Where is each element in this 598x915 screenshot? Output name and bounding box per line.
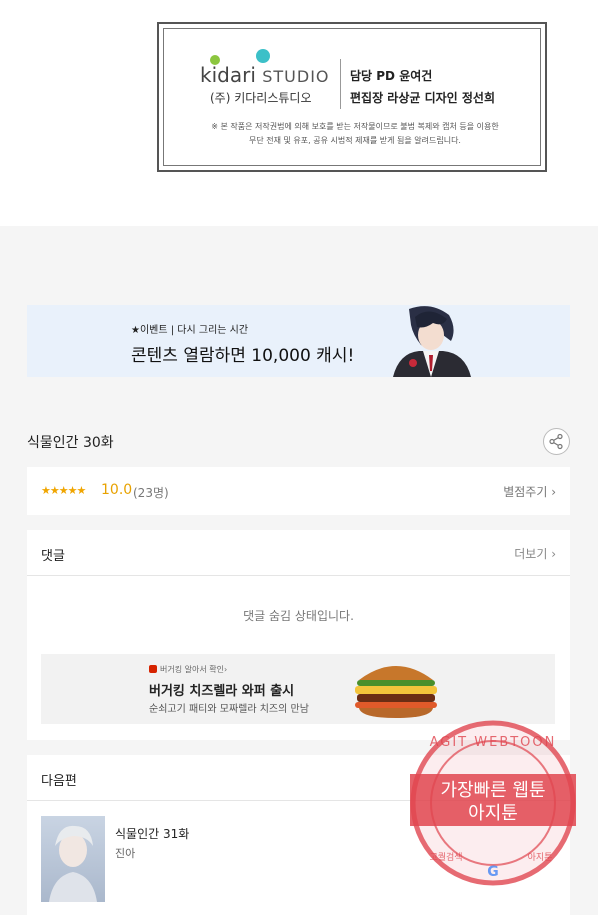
- logo-korean-name: (주) 키다리스튜디오: [210, 91, 312, 105]
- kidari-logo: kidari STUDIO: [200, 63, 330, 87]
- share-button[interactable]: [543, 428, 570, 455]
- comments-more-link[interactable]: 더보기 ›: [514, 545, 556, 562]
- share-icon: [549, 433, 563, 450]
- copyright-notice-2: 무단 전재 및 유포, 공유 시법적 제재를 받게 됨을 알려드립니다.: [249, 136, 461, 145]
- next-episode-title[interactable]: 식물인간 31화: [115, 825, 189, 842]
- comments-heading: 댓글: [41, 549, 65, 564]
- next-heading: 다음편: [41, 774, 77, 789]
- banner-headline: 콘텐츠 열람하면 10,000 캐시!: [131, 346, 355, 366]
- rate-button[interactable]: 별점주기 ›: [503, 483, 556, 500]
- event-banner[interactable]: ★이벤트 | 다시 그리는 시간 콘텐츠 열람하면 10,000 캐시!: [27, 305, 570, 377]
- comments-card: 댓글 더보기 › 댓글 숨김 상태입니다. 버거킹 알아서 확인› 버거킹 치즈…: [27, 530, 570, 740]
- next-episode-thumbnail[interactable]: [41, 816, 105, 902]
- logo-brand: kidari: [200, 63, 256, 87]
- thumbnail-character: [49, 825, 97, 902]
- logo-studio: STUDIO: [262, 67, 330, 86]
- agit-webtoon-watermark: AGIT WEBTOON 가장빠른 웹툰 아지툰 고퀄검색 아지툰 G: [410, 720, 576, 886]
- ad-description: 순쇠고기 패티와 모짜렐라 치즈의 만남: [149, 704, 309, 715]
- burger-image: [355, 666, 437, 718]
- credits-divider: [340, 59, 341, 109]
- svg-text:AGIT WEBTOON: AGIT WEBTOON: [430, 735, 557, 750]
- rating-card: ★★★★★ 10.0 (23명) 별점주기 ›: [27, 467, 570, 515]
- copyright-notice-1: ※ 본 작품은 저작권법에 의해 보호를 받는 저작물이므로 불법 복제와 캡처…: [211, 122, 499, 131]
- divider: [27, 575, 570, 576]
- next-episode-author: 진아: [115, 847, 136, 860]
- rating-score: 10.0: [101, 482, 133, 498]
- rating-stars: ★★★★★: [41, 484, 86, 497]
- comments-hidden-message: 댓글 숨김 상태입니다.: [243, 609, 354, 623]
- svg-text:가장빠른 웹툰: 가장빠른 웹툰: [440, 780, 545, 801]
- banner-event-label: ★이벤트 | 다시 그리는 시간: [131, 325, 249, 336]
- episode-title: 식물인간 30화: [27, 435, 114, 451]
- credit-pd: 담당 PD 윤여건: [350, 69, 433, 83]
- credits-box: kidari STUDIO (주) 키다리스튜디오 담당 PD 윤여건 편집장 …: [157, 22, 547, 172]
- ad-tag: 버거킹 알아서 확인›: [149, 664, 227, 675]
- svg-text:G: G: [487, 864, 499, 880]
- credits-inner-frame: kidari STUDIO (주) 키다리스튜디오 담당 PD 윤여건 편집장 …: [163, 28, 541, 166]
- burger-king-ad[interactable]: 버거킹 알아서 확인› 버거킹 치즈렐라 와퍼 출시 순쇠고기 패티와 모짜렐라…: [41, 654, 555, 724]
- svg-text:아지툰: 아지툰: [528, 852, 553, 863]
- credit-editor-designer: 편집장 라상균 디자인 정선희: [350, 91, 496, 105]
- svg-text:고퀄검색: 고퀄검색: [429, 851, 462, 863]
- rating-vote-count: (23명): [133, 486, 169, 500]
- logo-dot-teal: [256, 49, 270, 63]
- svg-text:아지툰: 아지툰: [468, 803, 518, 824]
- ad-tag-label: 버거킹 알아서 확인›: [160, 665, 228, 674]
- burger-king-logo-icon: [149, 665, 157, 673]
- ad-title: 버거킹 치즈렐라 와퍼 출시: [149, 684, 295, 699]
- banner-character-illustration: [393, 306, 471, 377]
